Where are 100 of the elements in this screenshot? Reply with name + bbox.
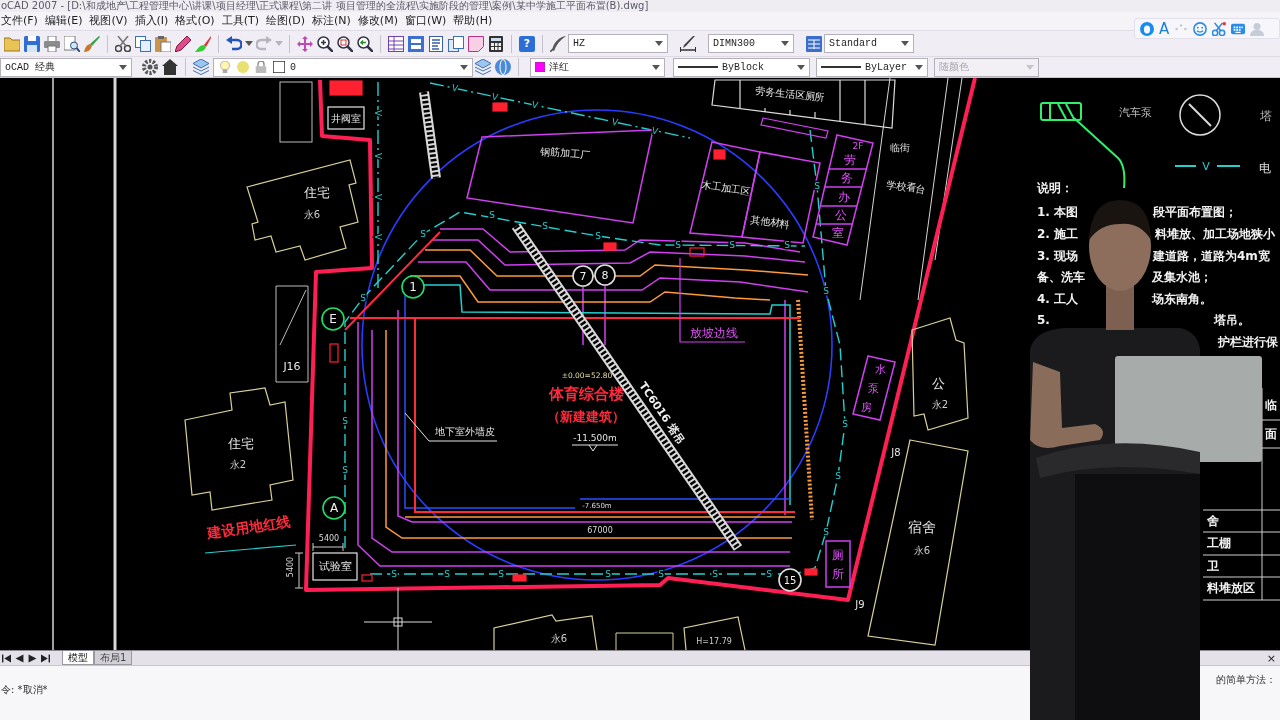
move-icon[interactable] xyxy=(297,35,313,52)
last-icon[interactable] xyxy=(41,653,50,663)
layer-dropdown[interactable]: 0 xyxy=(213,57,473,77)
building-label: 住宅 xyxy=(228,435,254,451)
help-button[interactable]: ? xyxy=(519,35,535,52)
menu-item[interactable]: 视图(V) xyxy=(89,13,128,29)
table-style-dropdown[interactable]: Standard xyxy=(824,34,914,53)
spreadsheet-icon[interactable] xyxy=(388,35,404,52)
pencil-icon[interactable] xyxy=(175,35,191,52)
previous-icon[interactable] xyxy=(15,653,24,663)
lock-icon xyxy=(255,61,267,73)
line-sample-icon xyxy=(678,66,718,68)
circle-icon[interactable] xyxy=(1140,21,1154,36)
note-icon[interactable] xyxy=(468,35,484,52)
zoom-in-icon[interactable] xyxy=(317,35,333,52)
caret-icon[interactable] xyxy=(901,41,909,46)
caret-icon[interactable] xyxy=(119,64,127,70)
layout-tab[interactable]: 布局1 xyxy=(94,651,133,665)
gear-icon[interactable] xyxy=(142,59,158,75)
input-mode-button[interactable]: A xyxy=(1159,20,1170,37)
building-label: 住宅 xyxy=(304,184,330,200)
marker-icon xyxy=(603,242,617,251)
workspace-dropdown[interactable]: oCAD 经典 xyxy=(0,57,132,77)
dimension-icon[interactable] xyxy=(680,35,696,52)
caret-icon[interactable] xyxy=(915,64,923,70)
menu-item[interactable]: 标注(N) xyxy=(312,13,351,29)
close-button[interactable]: × xyxy=(1262,651,1280,665)
quill-icon[interactable] xyxy=(550,35,566,52)
grid-label: J16 xyxy=(283,359,301,373)
floor-label: 2F xyxy=(852,141,864,151)
pipe-line-mark: S xyxy=(814,181,820,191)
menu-item[interactable]: 编辑(E) xyxy=(44,13,83,29)
scissors-icon[interactable] xyxy=(1212,21,1227,36)
menu-item[interactable]: 修改(M) xyxy=(357,13,398,29)
printer-icon[interactable] xyxy=(44,35,60,52)
building-label: 公 xyxy=(931,375,945,391)
building-number: 永2 xyxy=(229,458,247,470)
building-subtitle: （新建建筑） xyxy=(547,408,625,424)
text-style-dropdown[interactable]: HZ xyxy=(568,34,668,53)
calculator-icon[interactable] xyxy=(488,35,504,52)
scissors-icon[interactable] xyxy=(115,35,131,52)
caret-icon[interactable] xyxy=(781,41,789,46)
panel-icon[interactable] xyxy=(408,35,424,52)
dimension-style-dropdown[interactable]: DIMN300 xyxy=(708,34,794,53)
next-icon[interactable] xyxy=(28,653,37,663)
room-label: 井阀室 xyxy=(331,112,361,124)
marker-icon xyxy=(361,574,373,582)
note-text: 3. 现场 xyxy=(1037,249,1079,263)
marker-icon xyxy=(713,149,726,160)
layers-icon[interactable] xyxy=(475,59,491,75)
undo-icon[interactable] xyxy=(226,35,242,52)
layers-icon[interactable] xyxy=(193,59,209,75)
menu-item[interactable]: 工具(T) xyxy=(221,13,259,29)
document-icon[interactable] xyxy=(428,35,444,52)
table-icon[interactable] xyxy=(806,35,822,52)
caret-icon[interactable] xyxy=(655,41,663,46)
menu-item[interactable]: 文件(F) xyxy=(1,13,38,29)
brush-icon[interactable] xyxy=(195,35,211,52)
house-icon[interactable] xyxy=(162,59,178,75)
building-number: 永2 xyxy=(931,398,949,410)
linetype-dropdown[interactable]: ByBlock xyxy=(673,57,810,77)
menu-item[interactable]: 帮助(H) xyxy=(453,13,493,29)
pipe-line-mark: S xyxy=(605,569,611,579)
pipe-line-mark: S xyxy=(842,419,848,429)
elevation-marker-icon xyxy=(571,444,619,452)
sphere-icon[interactable] xyxy=(495,59,511,75)
caret-icon[interactable] xyxy=(652,64,660,70)
copy-icon[interactable] xyxy=(135,35,151,52)
caret-icon[interactable] xyxy=(460,64,468,70)
menu-item[interactable]: 绘图(D) xyxy=(265,13,306,29)
smiley-icon[interactable] xyxy=(1193,21,1208,36)
caret-icon[interactable] xyxy=(245,41,253,46)
room-label: 水泵房 xyxy=(860,362,886,414)
pages-icon[interactable] xyxy=(448,35,464,52)
caret-icon[interactable] xyxy=(797,64,805,70)
first-icon[interactable] xyxy=(2,653,11,663)
pipe-line-mark: S xyxy=(823,527,829,537)
magnifier-icon[interactable] xyxy=(337,35,353,52)
dimension-line xyxy=(312,542,344,552)
line-sample-icon xyxy=(821,66,861,68)
pipe-line-mark: V xyxy=(373,109,383,117)
layout-tab[interactable]: 模型 xyxy=(62,651,94,665)
keyboard-icon[interactable] xyxy=(1231,21,1246,36)
pipe-line-mark: S xyxy=(766,569,772,579)
save-icon[interactable] xyxy=(24,35,40,52)
folder-icon[interactable] xyxy=(4,35,20,52)
table-cell: 卫 xyxy=(1207,559,1219,573)
clipboard-icon[interactable] xyxy=(155,35,171,52)
page-preview-icon[interactable] xyxy=(64,35,80,52)
marker-icon xyxy=(329,343,339,363)
menu-item[interactable]: 格式(O) xyxy=(175,13,215,29)
menu-item[interactable]: 窗口(W) xyxy=(404,13,447,29)
legend-line xyxy=(1174,165,1241,167)
note-text: 1. 本图 xyxy=(1037,205,1079,219)
menu-item[interactable]: 插入(I) xyxy=(134,13,169,29)
color-dropdown[interactable]: 洋红 xyxy=(530,57,665,77)
pipe-line-mark: V xyxy=(450,82,460,94)
lineweight-dropdown[interactable]: ByLayer xyxy=(816,57,928,77)
magnifier-icon[interactable] xyxy=(357,35,373,52)
grid-label: J9 xyxy=(855,598,865,610)
